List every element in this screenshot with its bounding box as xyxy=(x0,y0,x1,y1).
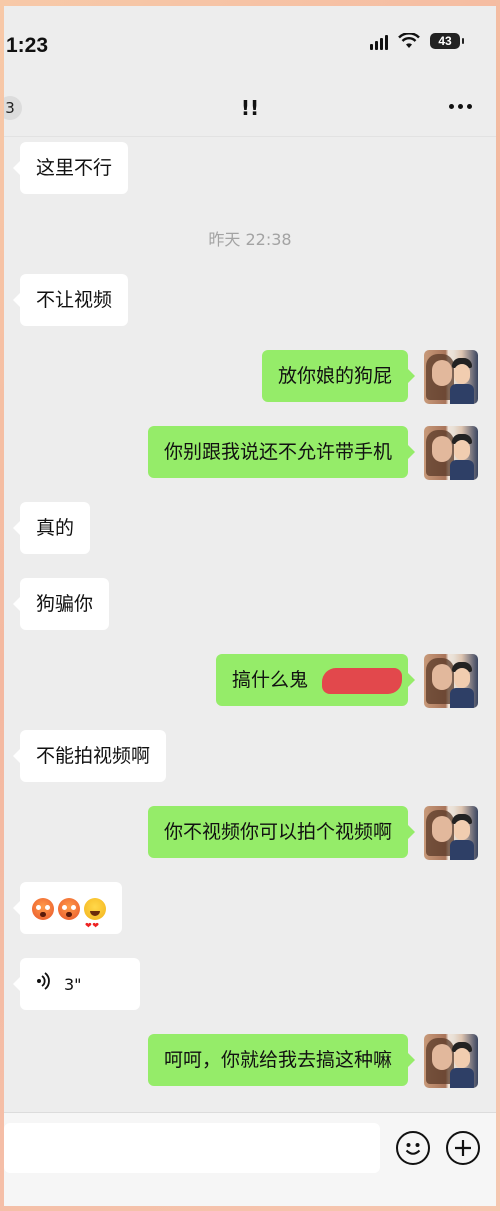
received-message-bubble[interactable]: 这里不行 xyxy=(12,142,129,194)
wifi-icon xyxy=(398,33,420,48)
emoji-button[interactable] xyxy=(396,1131,430,1165)
received-message-bubble[interactable]: 狗骗你 xyxy=(12,578,110,630)
user-avatar[interactable] xyxy=(424,426,478,480)
status-icons: 43 xyxy=(370,32,464,50)
message-timestamp: 昨天 22:38 xyxy=(208,230,292,249)
more-functions-button[interactable] xyxy=(446,1131,480,1165)
battery-icon: 43 xyxy=(430,33,464,49)
user-avatar[interactable] xyxy=(424,350,478,404)
sent-message-bubble[interactable]: 搞什么鬼 xyxy=(215,654,416,706)
smiley-icon xyxy=(405,1143,421,1155)
status-bar: 1:23 43 xyxy=(4,6,496,80)
voice-wave-icon xyxy=(36,959,50,1011)
received-voice-bubble[interactable]: 3" xyxy=(13,958,140,1011)
plus-icon xyxy=(455,1140,471,1156)
more-options-icon[interactable] xyxy=(449,104,472,109)
sent-message-bubble[interactable]: 你别跟我说还不允许带手机 xyxy=(147,426,416,478)
message-list[interactable]: 这里不行 昨天 22:38 不让视频 放你娘的狗屁 你别跟我说还不允许带手机 真… xyxy=(4,136,496,1112)
received-emoji-bubble[interactable] xyxy=(13,882,122,952)
sent-message-text: 搞什么鬼 xyxy=(231,669,308,691)
input-bar xyxy=(4,1112,496,1206)
chat-title: !! xyxy=(240,96,260,120)
sent-message-bubble[interactable]: 放你娘的狗屁 xyxy=(261,350,416,402)
status-time: 1:23 xyxy=(6,34,49,57)
message-input[interactable] xyxy=(4,1123,380,1173)
phone-screen: 1:23 43 3 !! 这里不行 昨天 22:38 不让视频 放你娘的狗屁 你… xyxy=(4,6,496,1206)
heart-eyes-face-icon xyxy=(84,897,106,952)
cellular-signal-icon xyxy=(370,32,388,50)
sent-message-bubble[interactable]: 你不视频你可以拍个视频啊 xyxy=(147,806,416,858)
received-message-bubble[interactable]: 不让视频 xyxy=(12,274,129,326)
voice-duration: 3" xyxy=(64,975,82,994)
user-avatar[interactable] xyxy=(424,1034,478,1088)
sent-message-bubble[interactable]: 呵呵，你就给我去搞这种嘛 xyxy=(147,1034,416,1086)
shocked-face-icon xyxy=(58,897,80,920)
shocked-face-icon xyxy=(32,897,54,920)
chat-header: 3 !! xyxy=(4,80,496,137)
received-message-bubble[interactable]: 真的 xyxy=(12,502,91,554)
censor-scribble xyxy=(322,668,402,694)
received-message-bubble[interactable]: 不能拍视频啊 xyxy=(12,730,167,782)
user-avatar[interactable] xyxy=(424,806,478,860)
user-avatar[interactable] xyxy=(424,654,478,708)
